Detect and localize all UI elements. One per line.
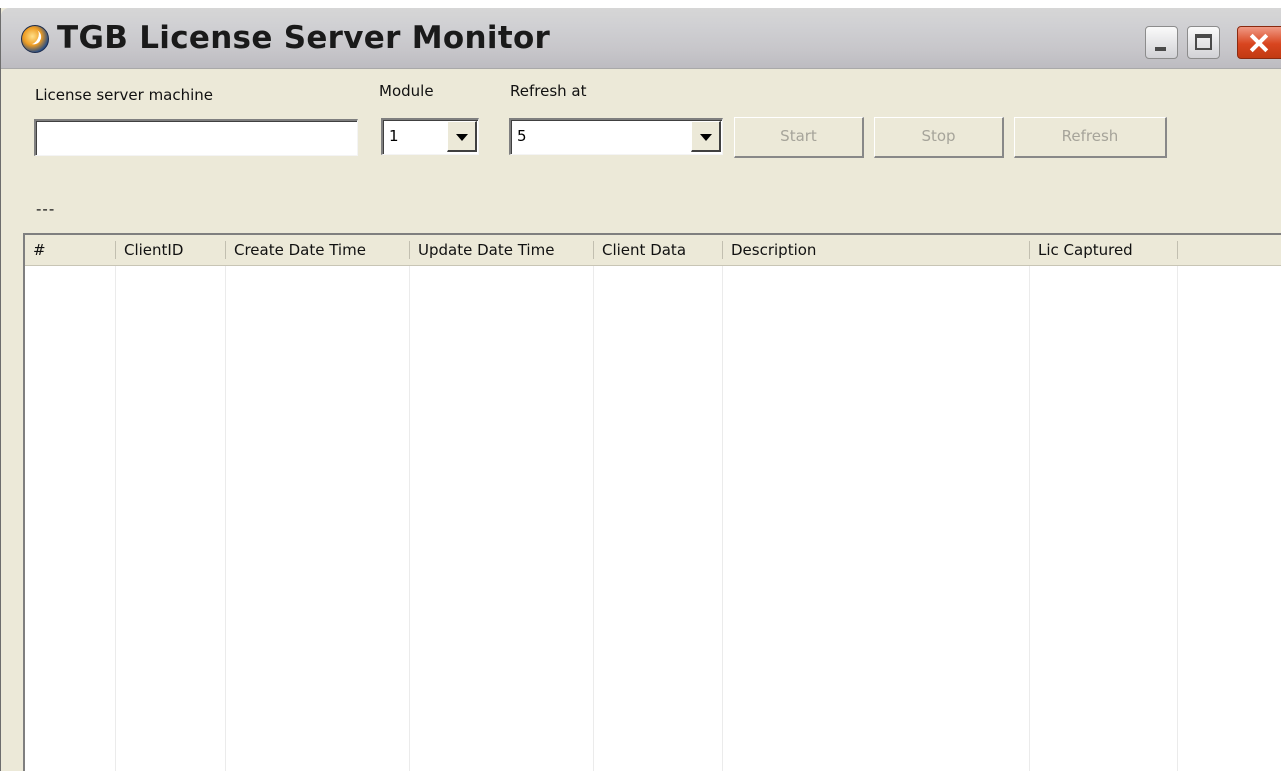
column-header-description[interactable]: Description <box>723 235 1030 265</box>
column-header-lic-captured[interactable]: Lic Captured <box>1030 235 1178 265</box>
refresh-at-value: 5 <box>517 127 527 145</box>
column-header-client-id[interactable]: ClientID <box>116 235 226 265</box>
close-icon[interactable] <box>1237 26 1281 59</box>
refresh-at-select[interactable]: 5 <box>509 118 723 155</box>
refresh-button[interactable]: Refresh <box>1014 117 1167 158</box>
client-list-table[interactable]: # ClientID Create Date Time Update Date … <box>23 233 1281 771</box>
column-header-client-data[interactable]: Client Data <box>594 235 723 265</box>
refresh-at-label: Refresh at <box>510 82 587 100</box>
window-title: TGB License Server Monitor <box>57 20 551 56</box>
table-header: # ClientID Create Date Time Update Date … <box>25 235 1281 266</box>
status-text: --- <box>36 200 56 218</box>
server-machine-input[interactable] <box>34 119 358 156</box>
column-divider <box>722 266 723 771</box>
column-divider <box>115 266 116 771</box>
title-bar[interactable]: TGB License Server Monitor <box>1 8 1281 69</box>
start-button[interactable]: Start <box>734 117 864 158</box>
server-machine-label: License server machine <box>35 86 214 104</box>
minimize-icon[interactable] <box>1145 26 1178 59</box>
column-divider <box>225 266 226 771</box>
column-divider <box>593 266 594 771</box>
maximize-icon[interactable] <box>1187 26 1220 59</box>
column-header-update-date-time[interactable]: Update Date Time <box>410 235 594 265</box>
module-dropdown-arrow-icon[interactable] <box>447 121 477 152</box>
module-label: Module <box>379 82 434 100</box>
column-header-create-date-time[interactable]: Create Date Time <box>226 235 410 265</box>
column-divider <box>1029 266 1030 771</box>
stop-button[interactable]: Stop <box>874 117 1004 158</box>
column-header-number[interactable]: # <box>25 235 116 265</box>
refresh-dropdown-arrow-icon[interactable] <box>691 121 721 152</box>
module-select[interactable]: 1 <box>381 118 479 155</box>
module-value: 1 <box>389 127 399 145</box>
column-header-extra[interactable] <box>1178 235 1281 265</box>
column-divider <box>409 266 410 771</box>
app-logo-icon <box>21 25 49 53</box>
column-divider <box>1177 266 1178 771</box>
main-window: TGB License Server Monitor License serve… <box>0 8 1281 771</box>
